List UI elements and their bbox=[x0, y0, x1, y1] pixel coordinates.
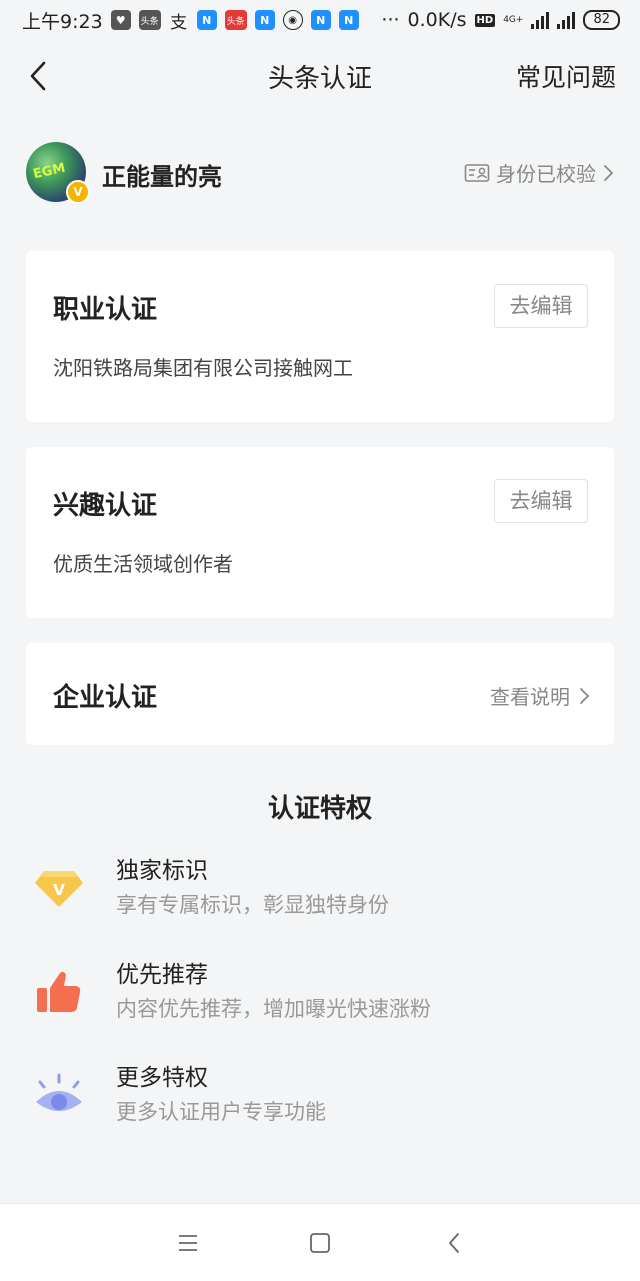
system-back-button[interactable] bbox=[437, 1226, 471, 1260]
avatar-text: EGM bbox=[31, 160, 67, 183]
enterprise-cert-card[interactable]: 企业认证 查看说明 bbox=[26, 643, 614, 745]
status-bar-left: 上午9:23 ♥ 头条 支 N 头条 N ◉ N N bbox=[22, 7, 359, 34]
occupation-edit-button[interactable]: 去编辑 bbox=[494, 284, 588, 328]
privileges-title: 认证特权 bbox=[267, 794, 372, 824]
podcast-notification-icon: ◉ bbox=[282, 10, 303, 30]
privilege-name: 更多特权 bbox=[116, 1065, 208, 1091]
chevron-right-icon bbox=[604, 164, 614, 181]
thumbs-up-icon bbox=[37, 971, 81, 1012]
n-app-notification-icon: N bbox=[254, 10, 275, 30]
privilege-desc: 享有专属标识，彰显独特身份 bbox=[116, 893, 389, 917]
interest-cert-title: 兴趣认证 bbox=[53, 491, 158, 521]
verified-text: 身份已校验 bbox=[496, 162, 596, 186]
identity-verified-link[interactable]: 身份已校验 bbox=[464, 158, 614, 187]
id-card-icon bbox=[464, 163, 490, 182]
occupation-cert-desc: 沈阳铁路局集团有限公司接触网工 bbox=[53, 356, 353, 380]
chevron-right-icon bbox=[580, 687, 590, 704]
profile-name: 正能量的亮 bbox=[102, 163, 222, 191]
menu-icon bbox=[179, 1235, 197, 1251]
n-app-notification-icon: N bbox=[196, 10, 217, 30]
more-notifications-icon: ··· bbox=[381, 9, 400, 31]
privilege-name: 独家标识 bbox=[116, 858, 208, 884]
status-time: 上午9:23 bbox=[22, 10, 103, 33]
occupation-cert-title: 职业认证 bbox=[53, 295, 158, 325]
n-app-notification-icon: N bbox=[338, 10, 359, 30]
hd-badge: HD bbox=[474, 13, 496, 27]
profile-row: EGM V 正能量的亮 身份已校验 bbox=[26, 142, 614, 204]
privilege-name: 优先推荐 bbox=[116, 962, 208, 988]
square-home-icon bbox=[310, 1233, 330, 1253]
eye-icon bbox=[36, 1073, 82, 1111]
toutiao-red-notification-icon: 头条 bbox=[224, 10, 247, 30]
privilege-desc: 更多认证用户专享功能 bbox=[116, 1100, 326, 1124]
diamond-v-icon: V bbox=[35, 871, 83, 907]
status-bar: 上午9:23 ♥ 头条 支 N 头条 N ◉ N N ··· 0.0K/s HD… bbox=[0, 0, 640, 40]
menu-button[interactable] bbox=[171, 1226, 205, 1260]
diamond-v-letter: V bbox=[53, 881, 65, 899]
signal-icon bbox=[531, 11, 550, 29]
privilege-item-priority-recommend: 优先推荐 内容优先推荐，增加曝光快速涨粉 bbox=[34, 955, 594, 1035]
app-notification-icon: ♥ bbox=[110, 10, 131, 30]
interest-cert-card: 兴趣认证 去编辑 优质生活领域创作者 bbox=[26, 447, 614, 618]
alipay-notification-icon: 支 bbox=[170, 12, 188, 33]
home-button[interactable] bbox=[303, 1226, 337, 1260]
view-instructions-label: 查看说明 bbox=[490, 685, 570, 709]
status-bar-right: ··· 0.0K/s HD 4G+ 82 bbox=[381, 9, 620, 31]
toutiao-notification-icon: 头条 bbox=[138, 10, 161, 30]
enterprise-cert-title: 企业认证 bbox=[53, 683, 158, 713]
privilege-item-exclusive-badge: V 独家标识 享有专属标识，彰显独特身份 bbox=[34, 851, 594, 931]
interest-edit-button[interactable]: 去编辑 bbox=[494, 479, 588, 523]
chevron-left-icon bbox=[449, 1233, 459, 1253]
interest-cert-desc: 优质生活领域创作者 bbox=[53, 552, 233, 576]
n-app-notification-icon: N bbox=[310, 10, 331, 30]
system-nav-bar bbox=[0, 1203, 640, 1281]
privilege-item-more: 更多特权 更多认证用户专享功能 bbox=[34, 1058, 594, 1138]
view-instructions-link[interactable]: 查看说明 bbox=[490, 681, 590, 710]
signal-icon bbox=[557, 11, 576, 29]
verified-v-badge: V bbox=[66, 180, 90, 204]
network-speed: 0.0K/s bbox=[407, 9, 467, 31]
avatar[interactable]: EGM V bbox=[26, 142, 90, 204]
battery-icon: 82 bbox=[583, 10, 620, 30]
nav-bar: 头条认证 常见问题 bbox=[0, 40, 640, 112]
network-type: 4G+ bbox=[503, 14, 524, 25]
occupation-cert-card: 职业认证 去编辑 沈阳铁路局集团有限公司接触网工 bbox=[26, 251, 614, 422]
privilege-desc: 内容优先推荐，增加曝光快速涨粉 bbox=[116, 997, 431, 1021]
faq-link[interactable]: 常见问题 bbox=[516, 58, 616, 94]
